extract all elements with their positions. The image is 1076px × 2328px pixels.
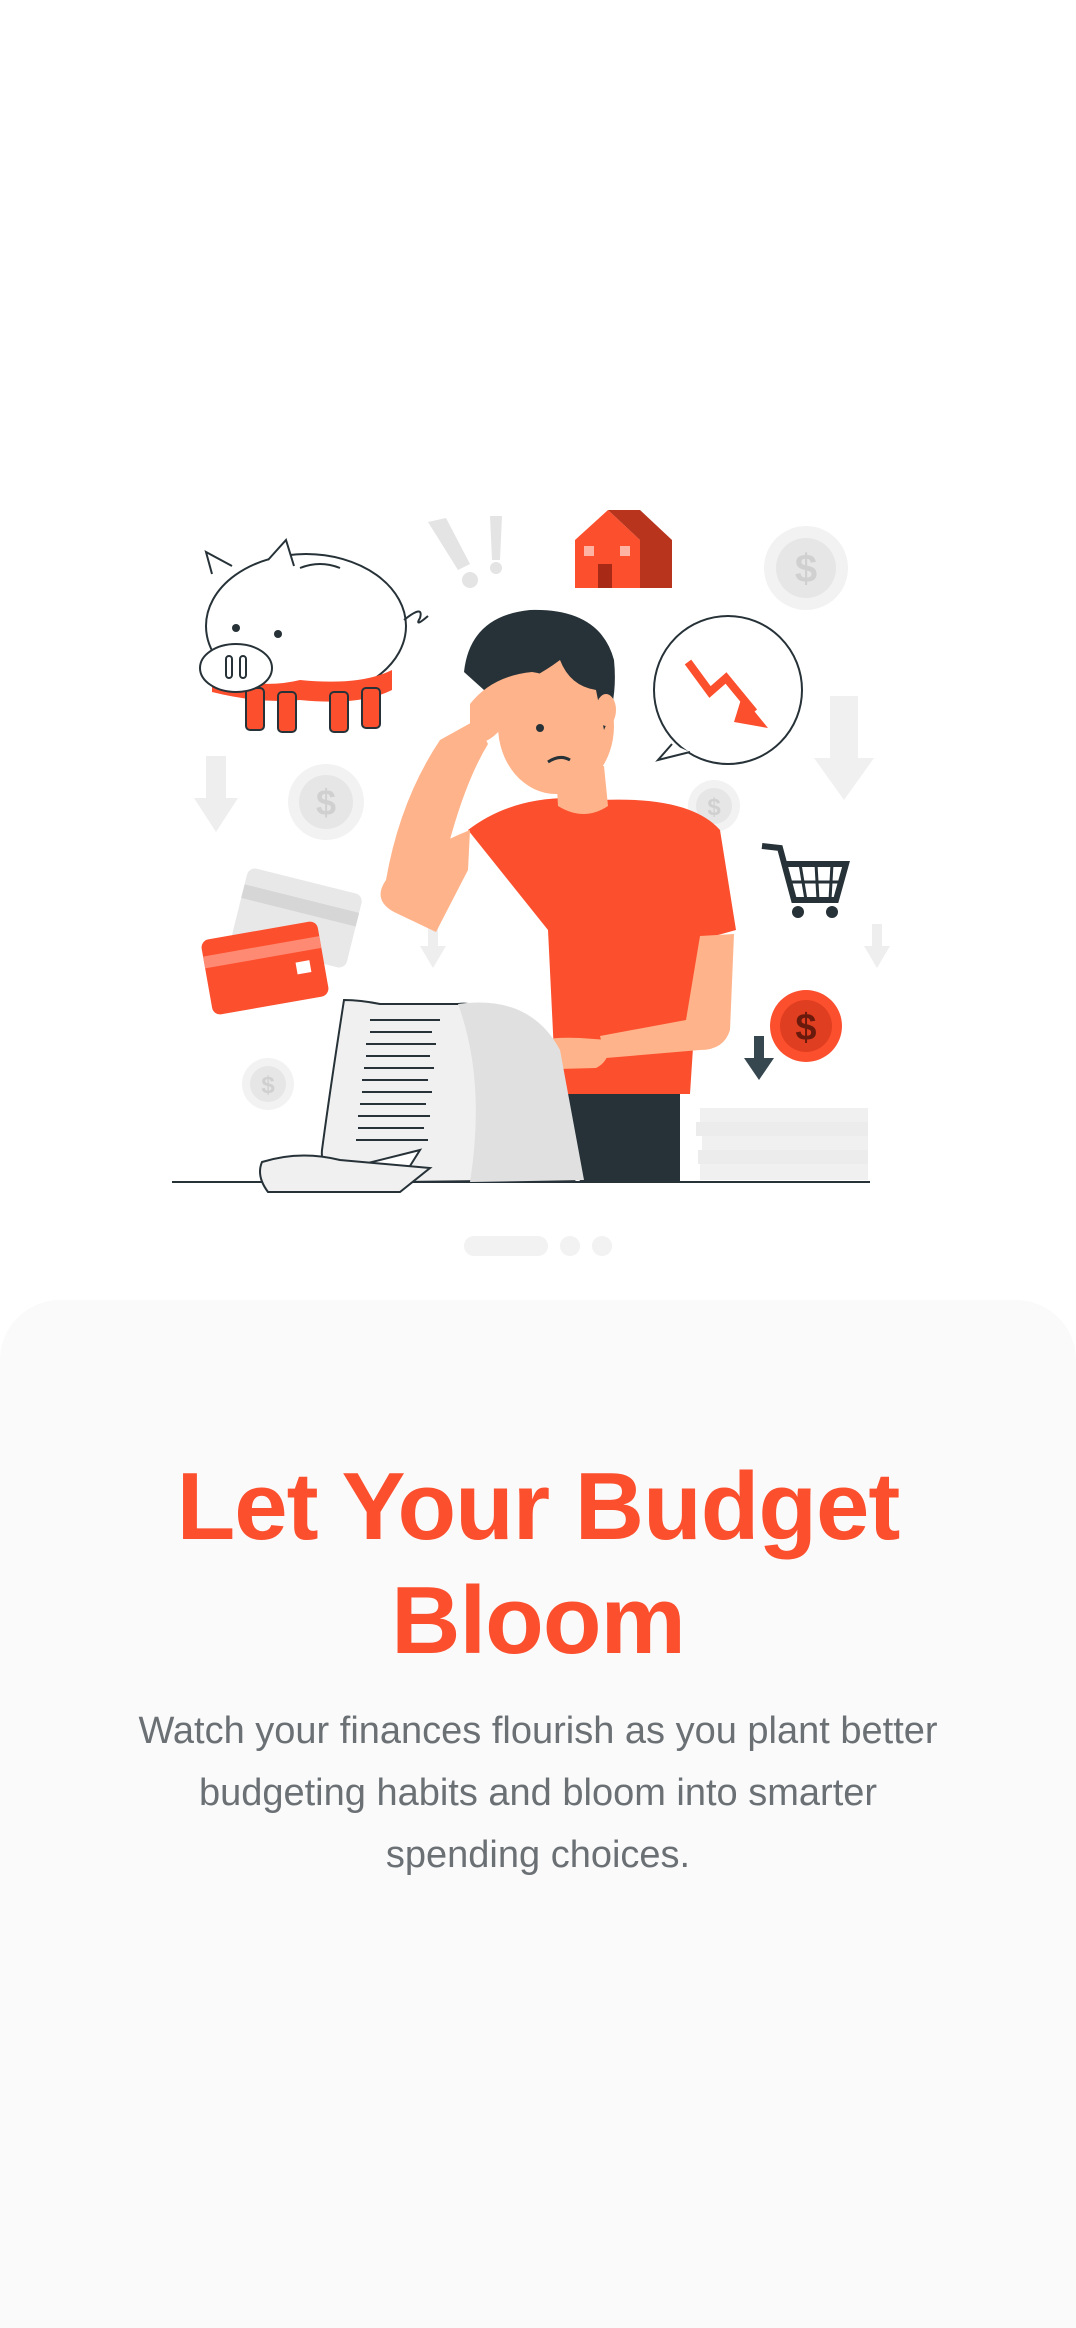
arrow-down-icon (744, 1036, 774, 1080)
svg-text:$: $ (316, 782, 336, 823)
svg-text:$: $ (795, 547, 817, 591)
arrow-down-icon (864, 924, 890, 968)
coin-icon: $ (764, 526, 848, 610)
page-dot-active[interactable] (464, 1236, 548, 1256)
shopping-cart-icon (761, 843, 850, 918)
paper-stack (696, 1108, 868, 1180)
page-dot[interactable] (560, 1236, 580, 1256)
coin-icon: $ (288, 764, 364, 840)
svg-text:$: $ (261, 1072, 275, 1099)
receipt-icon (259, 998, 584, 1193)
exclamation-icon (428, 516, 502, 588)
piggy-bank-icon (199, 538, 429, 733)
onboarding-title: Let Your Budget Bloom (176, 1453, 901, 1674)
stressed-budget-illustration: $ $ $ $ $ (172, 510, 890, 1193)
arrow-down-icon (814, 696, 874, 800)
page-dot[interactable] (592, 1236, 612, 1256)
arrow-down-icon (194, 756, 238, 832)
svg-text:$: $ (795, 1007, 816, 1049)
coin-icon: $ (770, 990, 842, 1062)
trend-down-icon (653, 615, 803, 765)
coin-icon: $ (242, 1058, 294, 1110)
credit-card-icon (201, 868, 362, 1015)
onboarding-subtitle: Watch your finances flourish as you plan… (138, 1710, 938, 1876)
house-icon (575, 510, 672, 588)
page-indicator (0, 1236, 1076, 1256)
svg-text:$: $ (707, 794, 721, 821)
